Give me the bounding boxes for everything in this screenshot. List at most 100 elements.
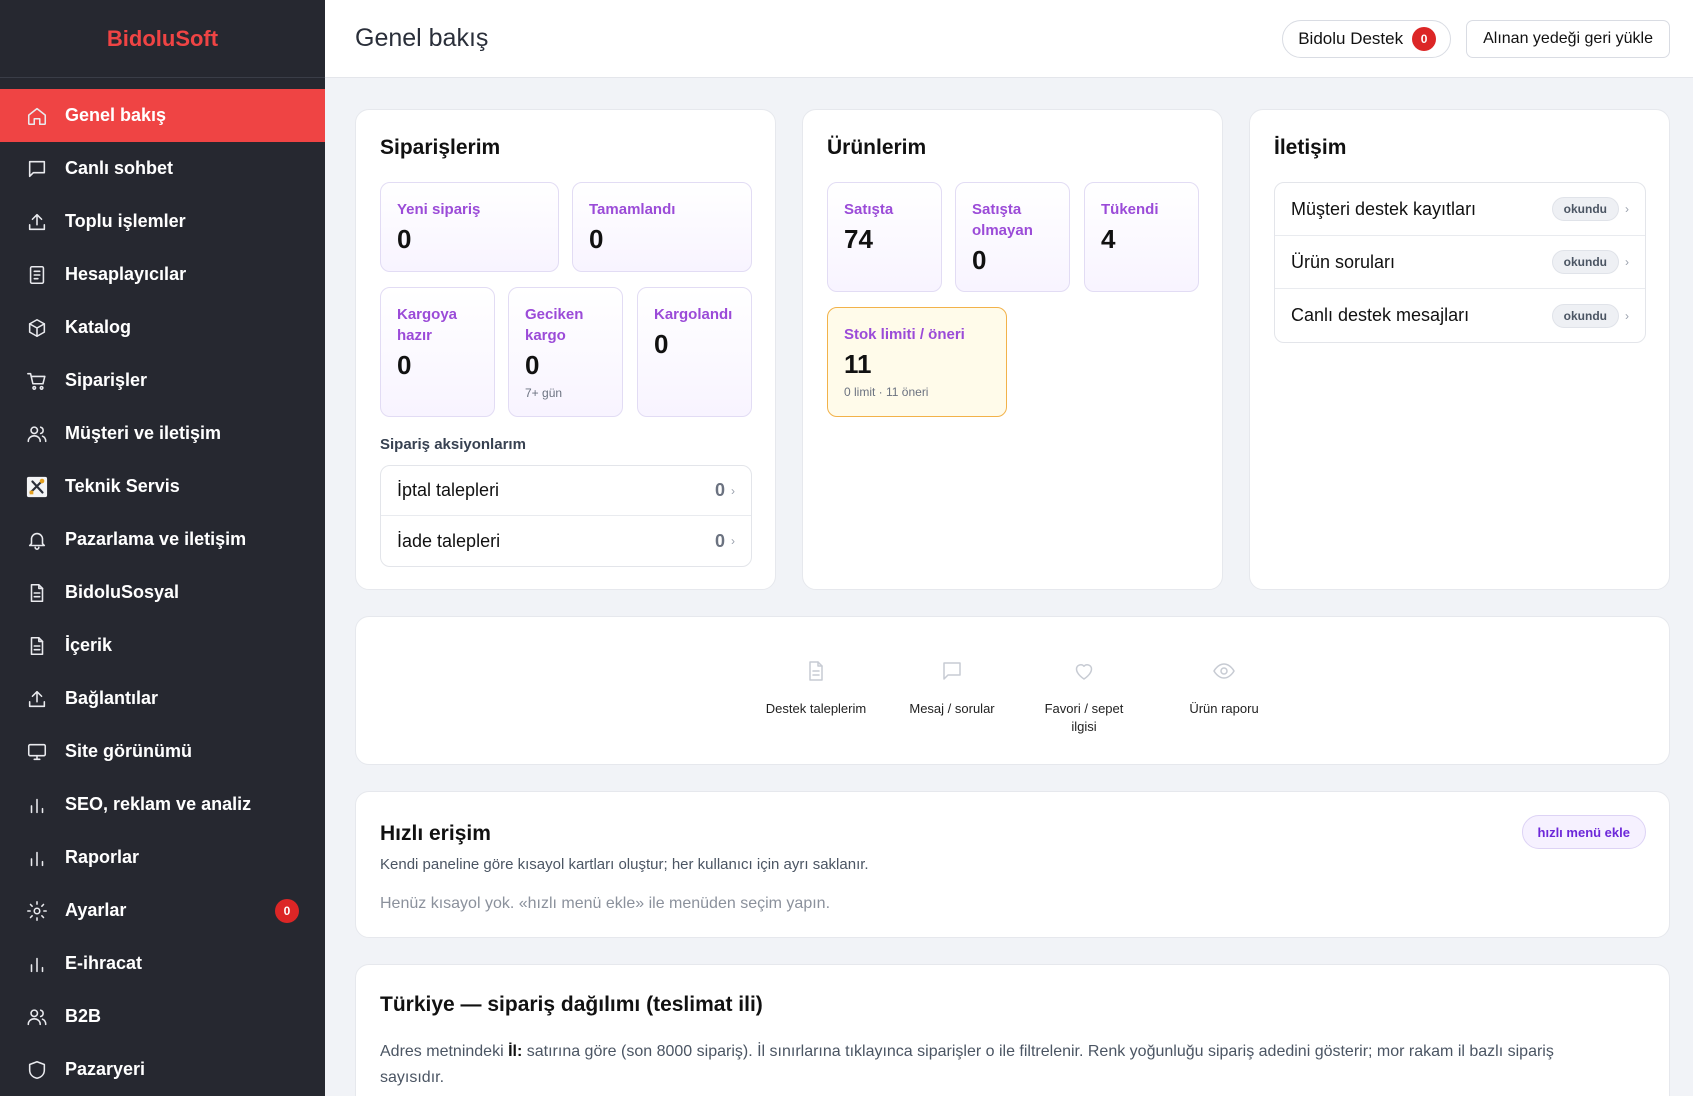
stat-label: Kargoya hazır (397, 306, 458, 344)
order-distribution-card: Türkiye — sipariş dağılımı (teslimat ili… (355, 964, 1670, 1096)
chevron-right-icon: › (1625, 308, 1629, 323)
sidebar-item-siparisler[interactable]: Siparişler (0, 354, 325, 407)
stat-value: 0 (972, 245, 987, 275)
shortcut-support-requests[interactable]: Destek taleplerim (746, 659, 886, 718)
stat-value: 4 (1101, 224, 1116, 254)
sidebar-item-label: Ayarlar (65, 900, 127, 920)
sidebar-nav: Genel bakış Canlı sohbet Toplu işlemler … (0, 78, 325, 1096)
sidebar-item-label: Raporlar (65, 847, 140, 867)
sidebar-item-musteri-ve-iletisim[interactable]: Müşteri ve iletişim (0, 407, 325, 460)
orders-title: Siparişlerim (380, 136, 501, 159)
sidebar-item-label: Canlı sohbet (65, 158, 174, 178)
stat-label: Satışta olmayan (972, 201, 1033, 239)
users-icon (26, 1006, 48, 1028)
stat-on-sale[interactable]: Satışta 74 (827, 182, 942, 292)
shield-icon (26, 1059, 48, 1081)
sidebar-item-label: Bağlantılar (65, 688, 159, 708)
stat-delayed-shipping[interactable]: Geciken kargo 0 7+ gün (508, 287, 623, 417)
sidebar-item-pazarlama-ve-iletisim[interactable]: Pazarlama ve iletişim (0, 513, 325, 566)
products-title: Ürünlerim (827, 136, 927, 159)
products-card: Ürünlerim Satışta 74 Satışta olmayan 0 T… (802, 109, 1223, 590)
list-item-product-questions[interactable]: Ürün soruları okundu › (1275, 236, 1645, 289)
chat-icon (940, 662, 964, 687)
list-item-return-requests[interactable]: İade talepleri 0 › (381, 516, 751, 566)
shortcut-favorites[interactable]: Favori / sepet ilgisi (1019, 659, 1149, 736)
sidebar-item-genel-bakis[interactable]: Genel bakış (0, 89, 325, 142)
shortcut-label: Mesaj / sorular (909, 701, 995, 716)
stat-value: 0 (654, 329, 669, 359)
contact-list: Müşteri destek kayıtları okundu › Ürün s… (1274, 182, 1646, 343)
stat-shipped[interactable]: Kargolandı 0 (637, 287, 752, 417)
support-button[interactable]: Bidolu Destek 0 (1282, 19, 1452, 58)
eye-icon (1212, 663, 1236, 687)
shortcuts-card: Destek taleplerim Mesaj / sorular Favori… (355, 616, 1670, 765)
stat-value: 74 (844, 224, 873, 254)
sidebar-item-bidolusosyal[interactable]: BidoluSosyal (0, 566, 325, 619)
sidebar-item-ayarlar[interactable]: Ayarlar 0 (0, 884, 325, 937)
brand-logo[interactable]: BidoluSoft (0, 0, 325, 78)
sidebar-item-label: Hesaplayıcılar (65, 264, 187, 284)
quick-access-description: Kendi paneline göre kısayol kartları olu… (380, 856, 869, 873)
document-icon (26, 264, 48, 286)
restore-backup-button[interactable]: Alınan yedeği geri yükle (1466, 19, 1670, 58)
stat-value: 0 (525, 350, 540, 380)
sidebar-item-teknik-servis[interactable]: Teknik Servis (0, 460, 325, 513)
stat-out-of-stock[interactable]: Tükendi 4 (1084, 182, 1199, 292)
order-distribution-title: Türkiye — sipariş dağılımı (teslimat ili… (380, 993, 763, 1016)
stat-new-order[interactable]: Yeni sipariş 0 (380, 182, 559, 272)
orders-card: Siparişlerim Yeni sipariş 0 Tamamlandı 0… (355, 109, 776, 590)
monitor-icon (26, 741, 48, 763)
upload-icon (26, 211, 48, 233)
sidebar-item-label: BidoluSosyal (65, 582, 180, 602)
stat-ready-to-ship[interactable]: Kargoya hazır 0 (380, 287, 495, 417)
stat-value: 11 (844, 349, 872, 379)
sidebar-item-katalog[interactable]: Katalog (0, 301, 325, 354)
upload-icon (26, 688, 48, 710)
stat-sub: 7+ gün (525, 386, 563, 400)
sidebar-item-site-gorunumu[interactable]: Site görünümü (0, 725, 325, 778)
status-badge: okundu (1551, 250, 1619, 274)
sidebar-item-label: Pazarlama ve iletişim (65, 529, 247, 549)
bar-chart-icon (26, 847, 48, 869)
stat-label: Tükendi (1101, 201, 1159, 218)
shortcut-messages[interactable]: Mesaj / sorular (882, 659, 1022, 718)
sidebar-item-pazaryeri[interactable]: Pazaryeri (0, 1043, 325, 1096)
gear-icon (26, 900, 48, 922)
sidebar-item-label: SEO, reklam ve analiz (65, 794, 252, 814)
stat-label: Stok limiti / öneri (844, 326, 965, 343)
list-item-cancel-requests[interactable]: İptal talepleri 0 › (381, 466, 751, 516)
sidebar-item-label: Site görünümü (65, 741, 192, 761)
list-item-support-records[interactable]: Müşteri destek kayıtları okundu › (1275, 183, 1645, 236)
sidebar-item-label: Pazaryeri (65, 1059, 146, 1079)
sidebar-item-seo-reklam-analiz[interactable]: SEO, reklam ve analiz (0, 778, 325, 831)
chat-icon (26, 158, 48, 180)
shortcut-label: Destek taleplerim (765, 701, 867, 716)
stat-completed[interactable]: Tamamlandı 0 (572, 182, 752, 272)
shortcut-product-report[interactable]: Ürün raporu (1154, 659, 1294, 718)
cart-icon (26, 370, 48, 392)
list-item-label: İptal talepleri (397, 480, 500, 500)
sidebar-item-canli-sohbet[interactable]: Canlı sohbet (0, 142, 325, 195)
list-item-label: Müşteri destek kayıtları (1291, 198, 1477, 219)
sidebar-item-baglantilar[interactable]: Bağlantılar (0, 672, 325, 725)
tools-icon (26, 476, 48, 498)
list-item-live-support-messages[interactable]: Canlı destek mesajları okundu › (1275, 289, 1645, 342)
description-rest: satırına göre (son 8000 sipariş). İl sın… (380, 1043, 1554, 1086)
stat-value: 0 (589, 224, 604, 254)
file-icon (26, 635, 48, 657)
sidebar-item-hesaplayicilar[interactable]: Hesaplayıcılar (0, 248, 325, 301)
order-actions-title: Sipariş aksiyonlarım (380, 436, 526, 453)
list-item-count: 0 (714, 530, 725, 551)
stat-label: Yeni sipariş (397, 201, 481, 218)
stat-stock-limit[interactable]: Stok limiti / öneri 11 0 limit · 11 öner… (827, 307, 1007, 417)
sidebar-item-toplu-islemler[interactable]: Toplu işlemler (0, 195, 325, 248)
list-item-label: İade talepleri (397, 530, 501, 551)
notification-badge: 0 (275, 899, 299, 923)
sidebar-item-raporlar[interactable]: Raporlar (0, 831, 325, 884)
sidebar-item-b2b[interactable]: B2B (0, 990, 325, 1043)
sidebar-item-icerik[interactable]: İçerik (0, 619, 325, 672)
stat-not-on-sale[interactable]: Satışta olmayan 0 (955, 182, 1070, 292)
add-quick-menu-button[interactable]: hızlı menü ekle (1521, 815, 1646, 849)
brand-name: BidoluSoft (106, 25, 219, 51)
sidebar-item-e-ihracat[interactable]: E-ihracat (0, 937, 325, 990)
